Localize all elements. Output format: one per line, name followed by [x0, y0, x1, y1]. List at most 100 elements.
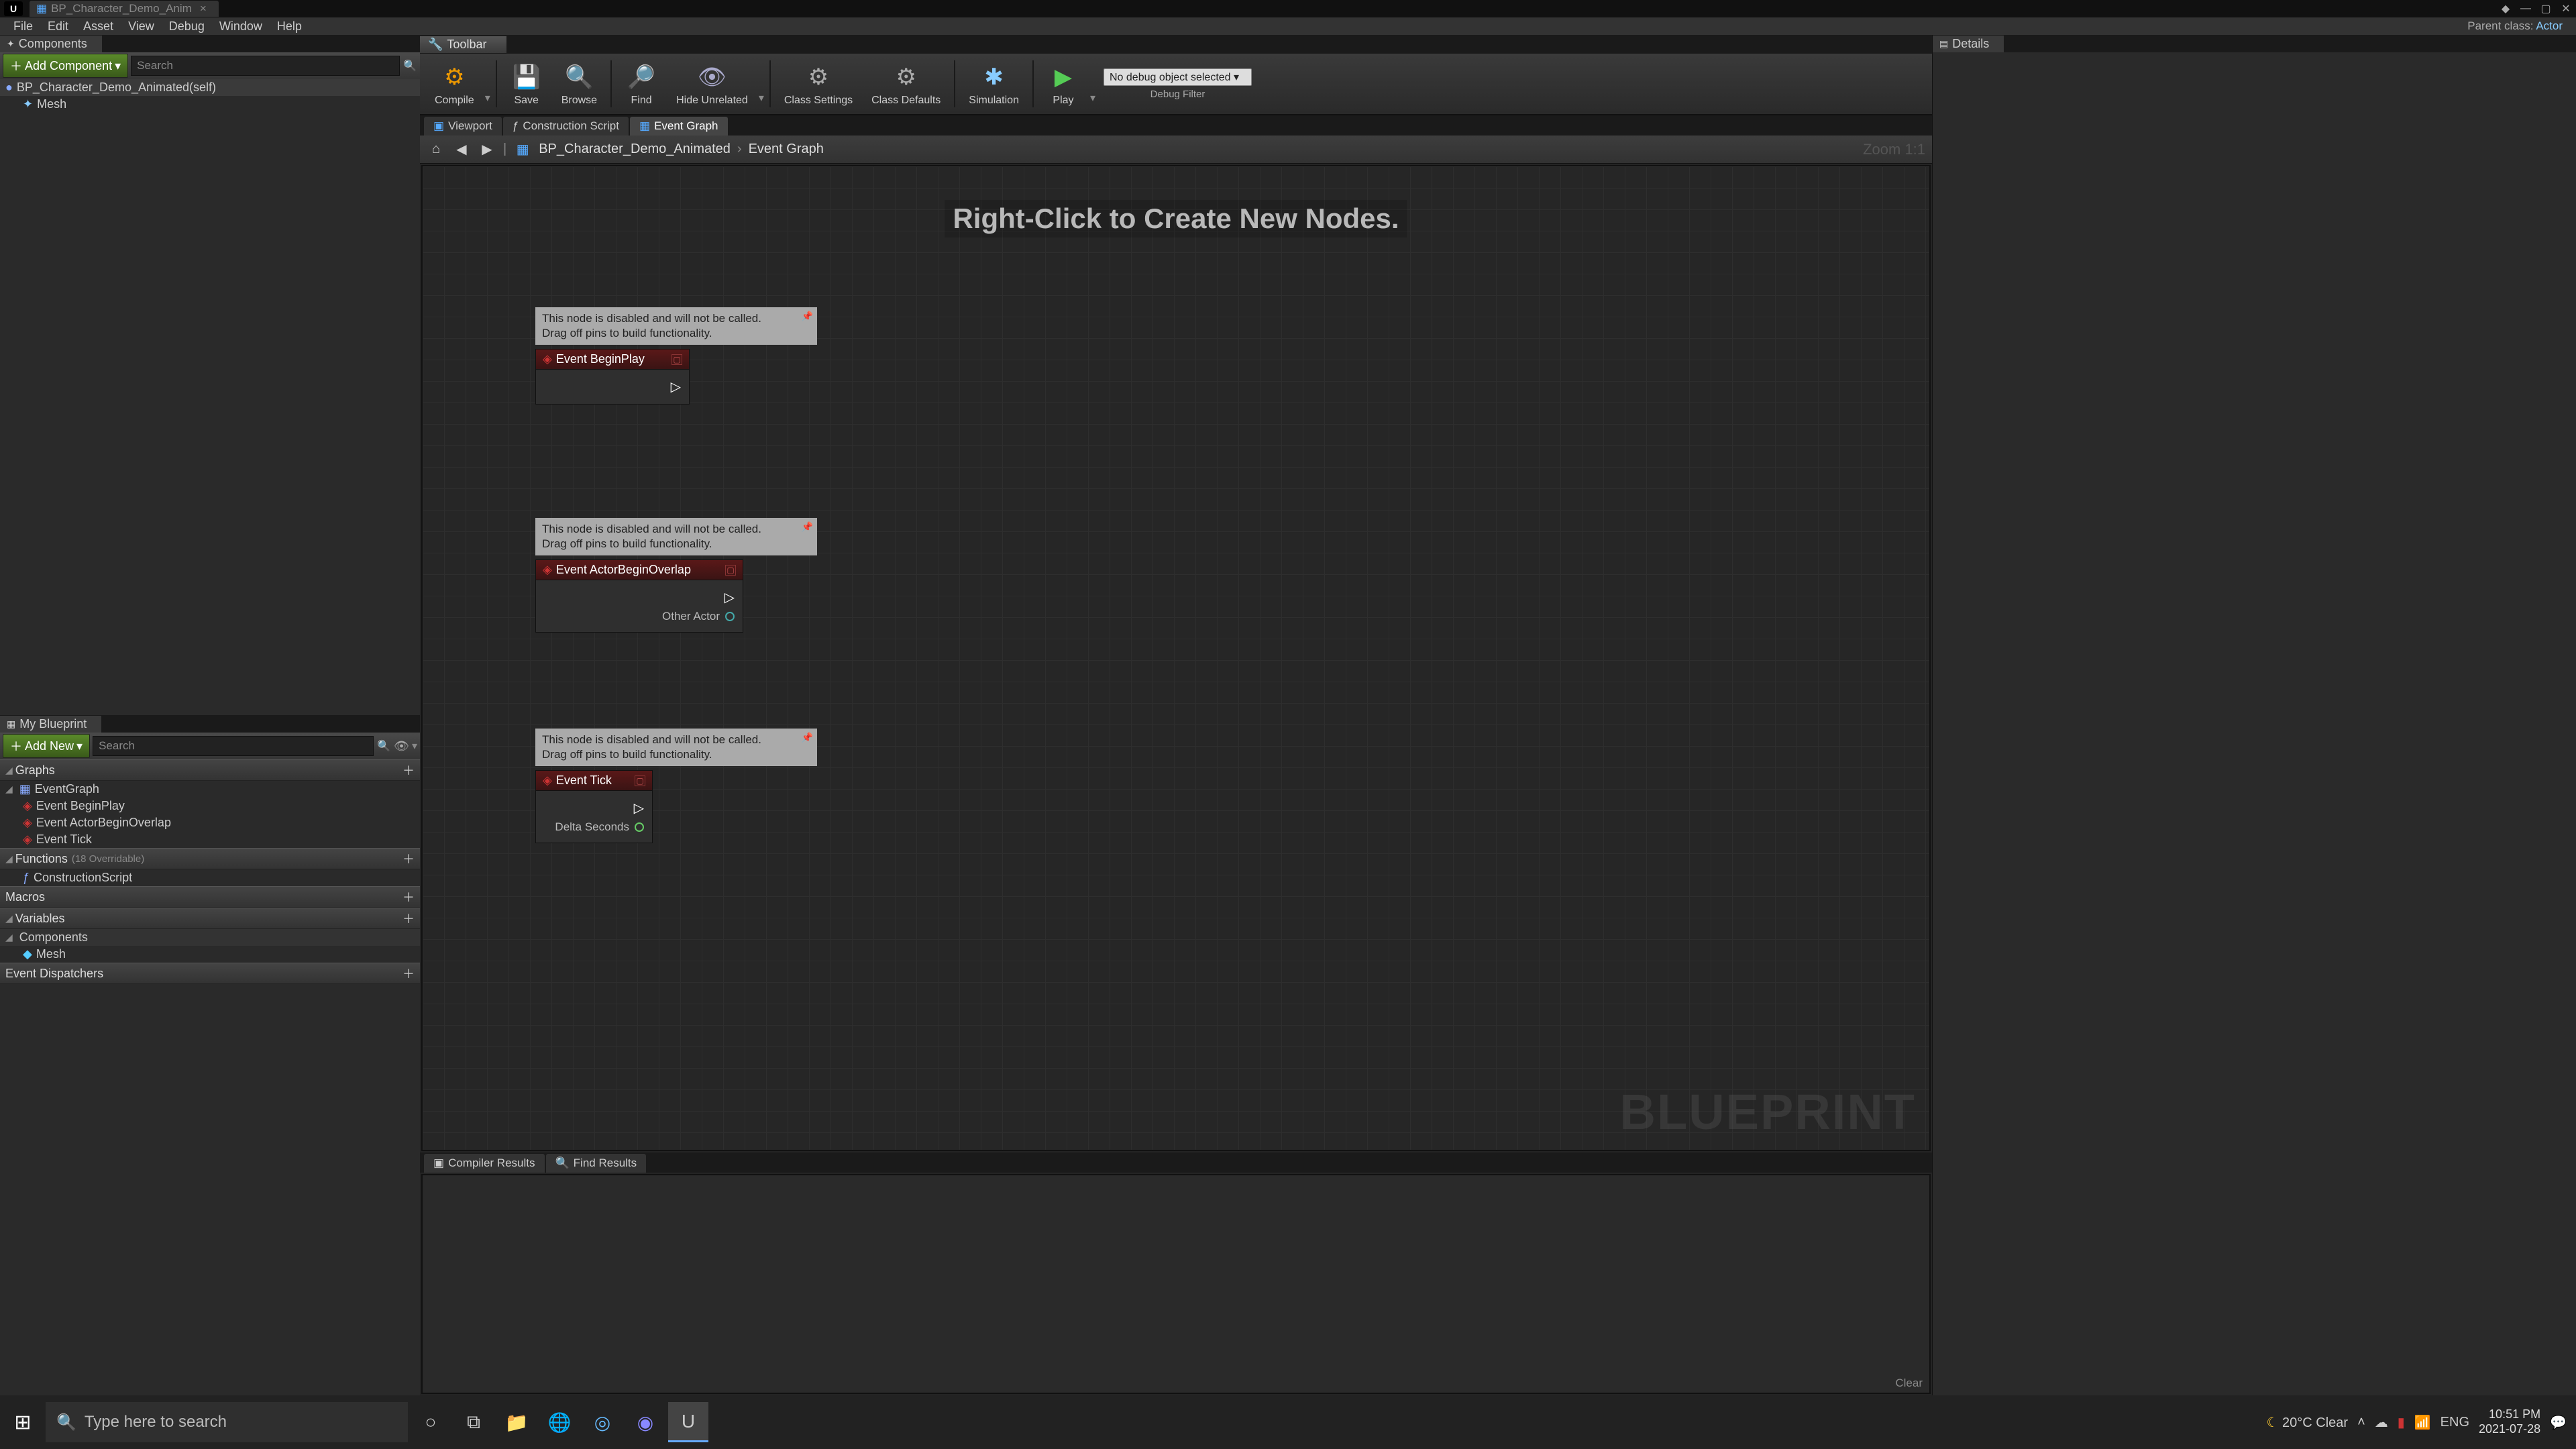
tab-viewport[interactable]: ▣Viewport [424, 117, 502, 136]
class-defaults-button[interactable]: ⚙Class Defaults [863, 58, 949, 109]
menu-view[interactable]: View [121, 18, 161, 35]
variable-mesh-row[interactable]: ◆Mesh [0, 946, 420, 963]
simulation-button[interactable]: ✱Simulation [961, 58, 1027, 109]
data-output-pin[interactable] [635, 822, 644, 832]
taskbar-search-input[interactable]: 🔍 Type here to search [46, 1402, 408, 1442]
view-options-icon[interactable]: 👁 [394, 739, 409, 753]
debug-object-dropdown[interactable]: No debug object selected ▾ [1104, 68, 1252, 86]
cortana-icon[interactable]: ○ [411, 1402, 451, 1442]
category-dispatchers[interactable]: Event Dispatchers＋ [0, 963, 420, 984]
variables-components-row[interactable]: ◢Components [0, 929, 420, 946]
breadcrumb-root[interactable]: BP_Character_Demo_Animated [539, 142, 731, 157]
node-delegate-icon[interactable]: ▢ [725, 565, 736, 576]
event-graph-canvas[interactable]: Right-Click to Create New Nodes. BLUEPRI… [421, 165, 1931, 1151]
add-function-icon[interactable]: ＋ [402, 850, 415, 867]
chevron-down-icon[interactable]: ▾ [759, 91, 764, 105]
component-root-row[interactable]: ● BP_Character_Demo_Animated(self) [0, 79, 420, 96]
tray-chevron-icon[interactable]: ˄ [2357, 1415, 2365, 1430]
menu-file[interactable]: File [7, 18, 40, 35]
node-event-beginplay[interactable]: This node is disabled and will not be ca… [535, 307, 817, 405]
clear-button[interactable]: Clear [1895, 1377, 1923, 1390]
event-tick-row[interactable]: ◈Event Tick [0, 831, 420, 848]
data-output-pin[interactable] [725, 612, 735, 621]
category-functions[interactable]: ◢Functions(18 Overridable)＋ [0, 848, 420, 869]
source-control-icon[interactable]: ◆ [2496, 1, 2516, 16]
add-new-button[interactable]: ＋ Add New ▾ [3, 734, 90, 758]
menu-edit[interactable]: Edit [41, 18, 75, 35]
add-variable-icon[interactable]: ＋ [402, 910, 415, 927]
exec-output-pin[interactable]: ▷ [671, 378, 681, 395]
play-button[interactable]: ▶Play [1039, 58, 1087, 109]
file-explorer-icon[interactable]: 📁 [496, 1402, 537, 1442]
chrome-icon[interactable]: 🌐 [539, 1402, 580, 1442]
node-event-actorbeginoverlap[interactable]: This node is disabled and will not be ca… [535, 518, 817, 633]
pin-icon[interactable]: 📌 [802, 310, 813, 322]
maximize-icon[interactable]: ▢ [2536, 1, 2556, 16]
weather-widget[interactable]: ☾ 20°C Clear [2267, 1414, 2349, 1431]
taskbar-clock[interactable]: 10:51 PM 2021-07-28 [2479, 1407, 2540, 1436]
save-button[interactable]: 💾Save [502, 58, 551, 109]
toolbar-tab[interactable]: 🔧Toolbar [420, 36, 506, 53]
node-delegate-icon[interactable]: ▢ [635, 775, 645, 786]
pin-icon[interactable]: 📌 [802, 521, 813, 533]
add-dispatcher-icon[interactable]: ＋ [402, 965, 415, 982]
start-button[interactable]: ⊞ [3, 1402, 43, 1442]
hide-unrelated-button[interactable]: 👁Hide Unrelated [668, 58, 756, 109]
nav-forward-icon[interactable]: ▶ [478, 140, 496, 159]
myblueprint-tab[interactable]: ▦ My Blueprint [0, 716, 101, 733]
chevron-down-icon[interactable]: ▾ [412, 739, 417, 753]
component-mesh-row[interactable]: ✦ Mesh [0, 96, 420, 113]
node-disabled-comment: This node is disabled and will not be ca… [535, 307, 817, 345]
eventgraph-row[interactable]: ◢▦EventGraph [0, 781, 420, 798]
tab-construction-script[interactable]: ƒConstruction Script [503, 117, 629, 136]
minimize-icon[interactable]: — [2516, 1, 2536, 16]
network-icon[interactable]: 📶 [2414, 1414, 2431, 1431]
compile-button[interactable]: ⚙Compile [427, 58, 482, 109]
category-variables[interactable]: ◢Variables＋ [0, 908, 420, 929]
breadcrumb-leaf[interactable]: Event Graph [749, 142, 824, 157]
exec-output-pin[interactable]: ▷ [634, 800, 644, 816]
details-tab[interactable]: ▤Details [1933, 36, 2004, 52]
menu-debug[interactable]: Debug [162, 18, 211, 35]
node-delegate-icon[interactable]: ▢ [672, 354, 682, 365]
parent-class-link[interactable]: Actor [2536, 19, 2563, 32]
components-search-input[interactable]: Search [131, 56, 400, 76]
menu-asset[interactable]: Asset [76, 18, 120, 35]
menu-window[interactable]: Window [213, 18, 269, 35]
node-event-tick[interactable]: This node is disabled and will not be ca… [535, 729, 817, 843]
nav-back-icon[interactable]: ◀ [452, 140, 471, 159]
tray-icon[interactable]: ▮ [2398, 1414, 2405, 1431]
exec-output-pin[interactable]: ▷ [724, 589, 735, 606]
onedrive-icon[interactable]: ☁ [2375, 1414, 2388, 1431]
editor-tab[interactable]: ▦ BP_Character_Demo_Anim × [30, 1, 219, 17]
tab-event-graph[interactable]: ▦Event Graph [630, 117, 728, 136]
add-macro-icon[interactable]: ＋ [402, 888, 415, 906]
find-button[interactable]: 🔎Find [617, 58, 665, 109]
close-icon[interactable]: × [200, 2, 207, 15]
task-view-icon[interactable]: ⧉ [453, 1402, 494, 1442]
language-indicator[interactable]: ENG [2440, 1415, 2469, 1430]
unreal-icon[interactable]: U [668, 1402, 708, 1442]
browse-button[interactable]: 🔍Browse [553, 58, 605, 109]
add-component-button[interactable]: ＋ Add Component ▾ [3, 54, 128, 78]
tab-compiler-results[interactable]: ▣Compiler Results [424, 1154, 545, 1173]
pin-icon[interactable]: 📌 [802, 731, 813, 743]
app-icon[interactable]: ◎ [582, 1402, 623, 1442]
event-actorbeginoverlap-row[interactable]: ◈Event ActorBeginOverlap [0, 814, 420, 831]
add-graph-icon[interactable]: ＋ [402, 761, 415, 779]
category-graphs[interactable]: ◢Graphs＋ [0, 759, 420, 781]
components-tab[interactable]: ✦ Components [0, 36, 102, 52]
discord-icon[interactable]: ◉ [625, 1402, 665, 1442]
myblueprint-search-input[interactable]: Search [93, 736, 374, 756]
chevron-down-icon[interactable]: ▾ [485, 91, 490, 105]
chevron-down-icon[interactable]: ▾ [1090, 91, 1095, 105]
menu-help[interactable]: Help [270, 18, 309, 35]
constructionscript-row[interactable]: ƒConstructionScript [0, 869, 420, 886]
category-macros[interactable]: Macros＋ [0, 886, 420, 908]
home-icon[interactable]: ⌂ [427, 140, 445, 159]
close-window-icon[interactable]: ✕ [2556, 1, 2576, 16]
notifications-icon[interactable]: 💬 [2550, 1414, 2567, 1431]
class-settings-button[interactable]: ⚙Class Settings [776, 58, 861, 109]
event-beginplay-row[interactable]: ◈Event BeginPlay [0, 798, 420, 814]
tab-find-results[interactable]: 🔍Find Results [546, 1154, 647, 1173]
